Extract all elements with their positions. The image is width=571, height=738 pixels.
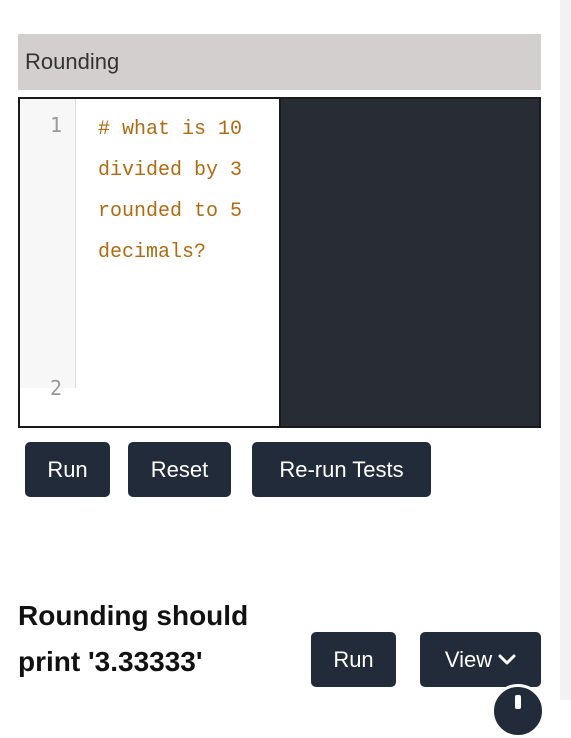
line-number-gutter: 1 2 — [20, 99, 76, 400]
chevron-down-icon — [498, 654, 516, 664]
output-panel — [281, 99, 539, 426]
view-dropdown-button[interactable]: View — [420, 632, 541, 687]
line-number: 1 — [49, 113, 62, 137]
code-editor-container: 1 2 # what is 10 divided by 3 rounded to… — [18, 97, 541, 428]
scrollbar[interactable] — [560, 0, 571, 700]
exercise-title-bar: Rounding — [18, 34, 541, 90]
test-title: Rounding should print '3.33333' — [18, 600, 249, 677]
code-editor[interactable]: 1 2 # what is 10 divided by 3 rounded to… — [20, 99, 279, 426]
view-label: View — [444, 646, 493, 672]
reset-button[interactable]: Reset — [128, 442, 231, 497]
info-icon[interactable] — [491, 684, 545, 738]
code-line[interactable]: # what is 10 divided by 3 rounded to 5 d… — [98, 109, 274, 273]
run-button[interactable]: Run — [25, 442, 110, 497]
line-number: 2 — [49, 376, 62, 400]
rerun-tests-button[interactable]: Re-run Tests — [252, 442, 431, 497]
exercise-title: Rounding — [25, 49, 120, 74]
test-run-button[interactable]: Run — [311, 632, 396, 687]
